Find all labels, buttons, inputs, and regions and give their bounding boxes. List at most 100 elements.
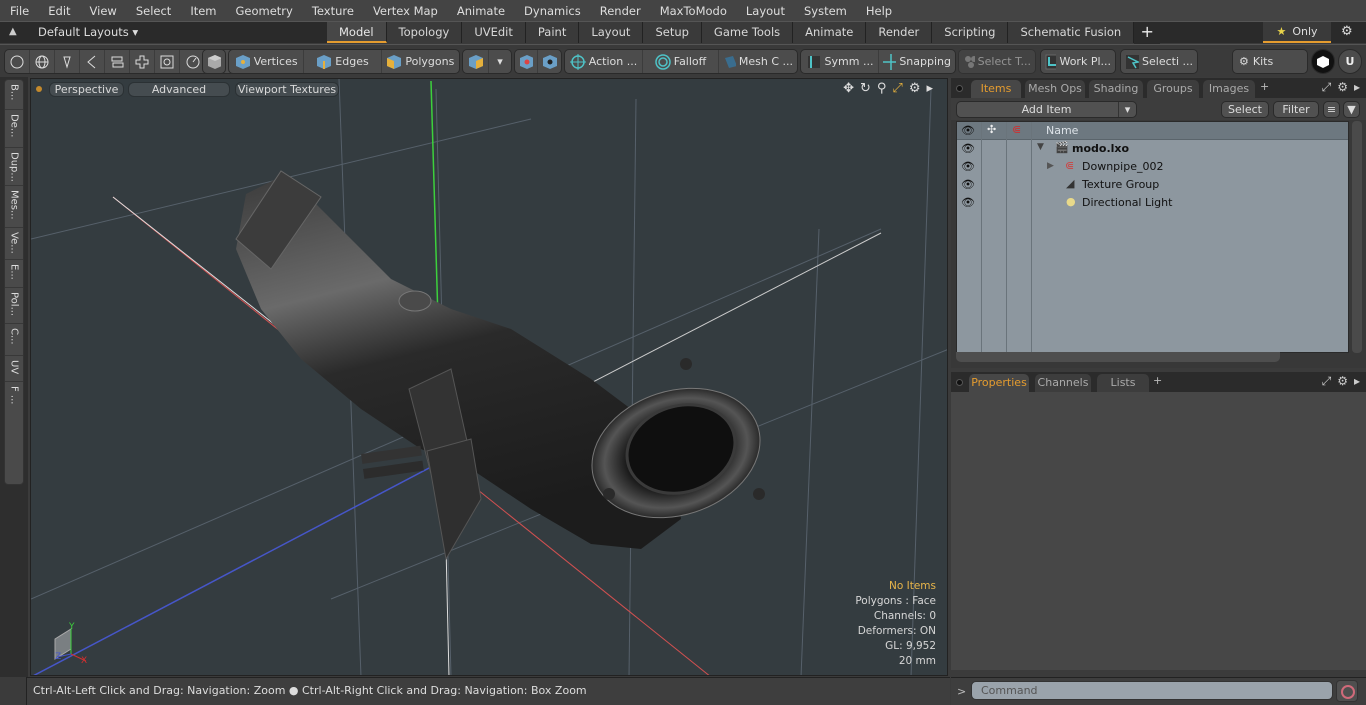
menu-dynamics[interactable]: Dynamics <box>514 4 590 18</box>
panel-expand-icon[interactable]: ▸ <box>1354 374 1360 389</box>
tab-items[interactable]: Items <box>971 80 1021 98</box>
zoom-view-icon[interactable]: ⚲ <box>877 81 887 96</box>
modo-cube-button[interactable] <box>1312 50 1334 73</box>
uv-unwrap-button[interactable] <box>130 50 155 73</box>
tree-horizontal-scrollbar[interactable] <box>956 352 1280 362</box>
tab-render[interactable]: Render <box>866 22 933 43</box>
chevron-down-icon[interactable]: ▾ <box>1118 102 1136 117</box>
tree-row-texture-group[interactable]: 👁 ◢ Texture Group <box>957 176 1348 194</box>
tab-groups[interactable]: Groups <box>1147 80 1199 98</box>
mesh-constraint-button[interactable]: Mesh C ... <box>719 50 797 73</box>
panel-options-dot[interactable] <box>956 85 963 92</box>
menu-vertex-map[interactable]: Vertex Map <box>363 4 447 18</box>
tab-game-tools[interactable]: Game Tools <box>701 22 794 43</box>
bezier-tool-button[interactable] <box>80 50 105 73</box>
left-tab-edge[interactable]: E... <box>5 260 23 288</box>
list-options-button[interactable]: ≡ <box>1323 101 1340 118</box>
collapse-up-icon[interactable]: ▲ <box>9 26 17 37</box>
viewport-expand-icon[interactable]: ▸ <box>926 81 933 96</box>
move-view-icon[interactable]: ✥ <box>843 81 854 96</box>
menu-render[interactable]: Render <box>590 4 650 18</box>
tab-images[interactable]: Images <box>1203 80 1255 98</box>
item-mode-button[interactable] <box>203 50 225 73</box>
select-through-button[interactable]: Select T... <box>959 50 1035 73</box>
visibility-eye-icon[interactable]: 👁 <box>961 142 975 155</box>
record-macro-button[interactable] <box>1336 680 1358 702</box>
visibility-eye-icon[interactable]: 👁 <box>961 178 975 191</box>
viewport-options-dot[interactable] <box>36 86 42 92</box>
tab-lists[interactable]: Lists <box>1097 374 1149 392</box>
left-tab-curve[interactable]: C... <box>5 324 23 356</box>
tab-scripting[interactable]: Scripting <box>932 22 1009 43</box>
tab-mesh-ops[interactable]: Mesh Ops <box>1025 80 1085 98</box>
tree-vertical-scrollbar[interactable] <box>1352 121 1362 353</box>
menu-animate[interactable]: Animate <box>447 4 514 18</box>
gear-icon[interactable]: ⚙ <box>1341 24 1353 39</box>
tab-layout[interactable]: Layout <box>579 22 644 43</box>
symmetry-button[interactable]: Symm ... <box>801 50 879 73</box>
falloff-button[interactable]: Falloff <box>643 50 719 73</box>
fit-view-icon[interactable]: ⤢ <box>892 81 902 96</box>
polygons-mode-button[interactable]: Polygons <box>382 50 459 73</box>
expand-down-icon[interactable]: ▼ <box>1037 142 1044 152</box>
view-type-dropdown[interactable]: Perspective <box>49 82 124 97</box>
left-tab-basic[interactable]: B... <box>5 80 23 110</box>
menu-texture[interactable]: Texture <box>302 4 363 18</box>
tab-topology[interactable]: Topology <box>386 22 463 43</box>
workplane-button[interactable]: Work Pl... <box>1041 50 1115 73</box>
material-mode-dropdown[interactable]: ▾ <box>489 50 511 73</box>
rotate-view-icon[interactable]: ↻ <box>860 81 871 96</box>
command-input[interactable]: Command <box>971 681 1333 700</box>
tab-animate[interactable]: Animate <box>793 22 867 43</box>
default-layouts-dropdown[interactable]: Default Layouts ▾ <box>38 25 138 39</box>
viewport-textures-dropdown[interactable]: Viewport Textures <box>235 82 339 97</box>
tree-row-mesh[interactable]: 👁 ▶ ⋐ Downpipe_002 <box>957 158 1348 176</box>
add-item-button[interactable]: Add Item ▾ <box>956 101 1137 118</box>
tab-model[interactable]: Model <box>327 22 387 43</box>
menu-help[interactable]: Help <box>856 4 901 18</box>
tab-channels[interactable]: Channels <box>1035 374 1091 392</box>
left-tab-duplicate[interactable]: Dup... <box>5 148 23 186</box>
menu-layout[interactable]: Layout <box>736 4 794 18</box>
menu-select[interactable]: Select <box>126 4 180 18</box>
viewport-settings-icon[interactable]: ⚙ <box>909 81 921 96</box>
tab-properties[interactable]: Properties <box>969 374 1029 392</box>
menu-geometry[interactable]: Geometry <box>226 4 302 18</box>
selection-sets-button[interactable]: Selecti ... <box>1121 50 1197 73</box>
tree-row-light[interactable]: 👁 ● Directional Light <box>957 194 1348 212</box>
add-panel-tab-button[interactable]: + <box>1260 80 1269 93</box>
name-column-header[interactable]: Name <box>1046 124 1078 137</box>
panel-expand-icon[interactable]: ▸ <box>1354 80 1360 95</box>
shading-dropdown[interactable]: Advanced <box>128 82 230 97</box>
kits-button[interactable]: ⚙ Kits <box>1233 50 1307 73</box>
left-tab-deform[interactable]: De... <box>5 110 23 148</box>
tab-paint[interactable]: Paint <box>525 22 580 43</box>
visibility-eye-icon[interactable]: 👁 <box>961 160 975 173</box>
tab-setup[interactable]: Setup <box>643 22 702 43</box>
expand-right-icon[interactable]: ▶ <box>1047 161 1054 171</box>
left-tab-uv[interactable]: UV <box>5 356 23 382</box>
filter-funnel-button[interactable]: ▼ <box>1343 101 1360 118</box>
select-button[interactable]: Select <box>1221 101 1269 118</box>
center-button[interactable] <box>538 50 561 73</box>
align-tool-button[interactable] <box>105 50 130 73</box>
unreal-button[interactable]: U <box>1339 50 1361 73</box>
pen-tool-button[interactable] <box>55 50 80 73</box>
pivot-button[interactable] <box>515 50 538 73</box>
sphere-tool-button[interactable] <box>30 50 55 73</box>
edges-mode-button[interactable]: Edges <box>304 50 382 73</box>
left-tab-mesh-edit[interactable]: Mes... <box>5 186 23 228</box>
circle-tool-button[interactable] <box>5 50 30 73</box>
panel-gear-icon[interactable]: ⚙ <box>1337 374 1348 389</box>
left-tab-fusion[interactable]: F ... <box>5 382 23 412</box>
left-tab-vertex[interactable]: Ve... <box>5 228 23 260</box>
menu-maxtomodo[interactable]: MaxToModo <box>650 4 736 18</box>
left-tab-polygon[interactable]: Pol... <box>5 288 23 324</box>
add-panel-tab-button[interactable]: + <box>1153 374 1162 387</box>
only-favorites-toggle[interactable]: ★ Only <box>1263 22 1331 43</box>
snapping-button[interactable]: Snapping <box>879 50 955 73</box>
menu-view[interactable]: View <box>80 4 126 18</box>
panel-gear-icon[interactable]: ⚙ <box>1337 80 1348 95</box>
menu-item[interactable]: Item <box>180 4 225 18</box>
frame-tool-button[interactable] <box>155 50 180 73</box>
